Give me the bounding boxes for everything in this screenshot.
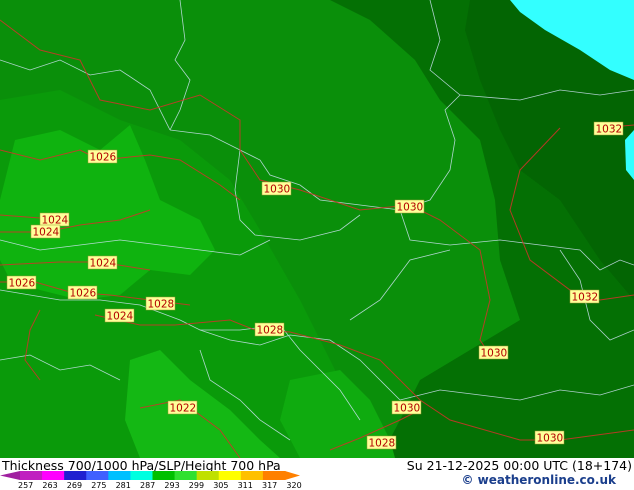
isobar-label: 1030: [534, 430, 565, 445]
legend-color-bar: [0, 471, 300, 480]
svg-text:1026: 1026: [9, 278, 36, 290]
isobar-label: 1026: [67, 285, 98, 300]
legend-arrow-left: [0, 471, 20, 480]
legend-swatch: [130, 471, 153, 480]
map-valid-time: Su 21-12-2025 00:00 UTC (18+174): [406, 458, 632, 473]
svg-text:1028: 1028: [148, 299, 175, 311]
svg-text:1030: 1030: [397, 202, 424, 214]
isobar-label: 1030: [391, 400, 422, 415]
legend-swatch: [20, 471, 43, 480]
legend-tick-label: 275: [91, 481, 107, 490]
map-footer: Thickness 700/1000 hPa/SLP/Height 700 hP…: [0, 458, 634, 490]
legend-swatch: [196, 471, 220, 480]
isobar-label: 1030: [261, 181, 292, 196]
legend-tick-label: 281: [115, 481, 131, 490]
svg-text:1026: 1026: [70, 288, 97, 300]
legend-tick-label: 257: [18, 481, 34, 490]
legend-tick-label: 287: [140, 481, 156, 490]
legend-swatches: [20, 471, 286, 480]
isobar-label: 1032: [593, 121, 624, 136]
isobar-label: 1024: [87, 255, 118, 270]
legend-swatch: [174, 471, 198, 480]
legend-tick-label: 299: [188, 481, 205, 490]
legend-tick-label: 320: [286, 481, 302, 490]
legend-arrow-right: [285, 471, 300, 480]
isobar-label: 1032: [569, 289, 600, 304]
weather-map: 1026 1030 1030 1032 1024 1024 1024 1026: [0, 0, 634, 458]
svg-text:1028: 1028: [369, 438, 396, 450]
legend-tick-label: 263: [42, 481, 58, 490]
svg-text:1030: 1030: [264, 184, 291, 196]
isobar-label: 1030: [394, 199, 425, 214]
legend-swatch: [152, 471, 176, 480]
svg-text:1032: 1032: [596, 124, 623, 136]
svg-text:1022: 1022: [170, 403, 197, 415]
svg-text:1030: 1030: [394, 403, 421, 415]
isobar-label: 1026: [6, 275, 37, 290]
isobar-label: 1028: [366, 435, 397, 450]
credit-link[interactable]: © weatheronline.co.uk: [461, 473, 616, 487]
svg-text:1024: 1024: [90, 258, 117, 270]
svg-text:1032: 1032: [572, 292, 599, 304]
isobar-label: 1024: [30, 224, 61, 239]
legend-swatch: [108, 471, 131, 480]
isobar-label: 1024: [104, 308, 135, 323]
svg-text:1024: 1024: [42, 215, 69, 227]
legend-swatch: [86, 471, 109, 480]
svg-text:1030: 1030: [481, 348, 508, 360]
legend-tick-label: 311: [237, 481, 253, 490]
isobar-label: 1028: [145, 296, 176, 311]
legend-tick-label: 305: [213, 481, 229, 490]
legend-swatch: [64, 471, 87, 480]
svg-text:1024: 1024: [33, 227, 60, 239]
isobar-label: 1022: [167, 400, 198, 415]
svg-text:1024: 1024: [107, 311, 134, 323]
isobar-label: 1024: [39, 212, 70, 227]
legend-swatch: [218, 471, 242, 480]
isobar-label: 1026: [87, 149, 118, 164]
svg-text:1030: 1030: [537, 433, 564, 445]
legend-ticks: 257 263 269 275 281 287 293 299 305 311 317 320: [0, 481, 330, 490]
legend-swatch: [262, 471, 286, 480]
isobar-label: 1028: [254, 322, 285, 337]
isobar-label: 1030: [478, 345, 509, 360]
svg-text:1028: 1028: [257, 325, 284, 337]
svg-text:1026: 1026: [90, 152, 117, 164]
legend-swatch: [42, 471, 65, 480]
legend-tick-label: 317: [262, 481, 278, 490]
legend-swatch: [240, 471, 264, 480]
legend-tick-label: 293: [164, 481, 180, 490]
legend-tick-label: 269: [66, 481, 83, 490]
